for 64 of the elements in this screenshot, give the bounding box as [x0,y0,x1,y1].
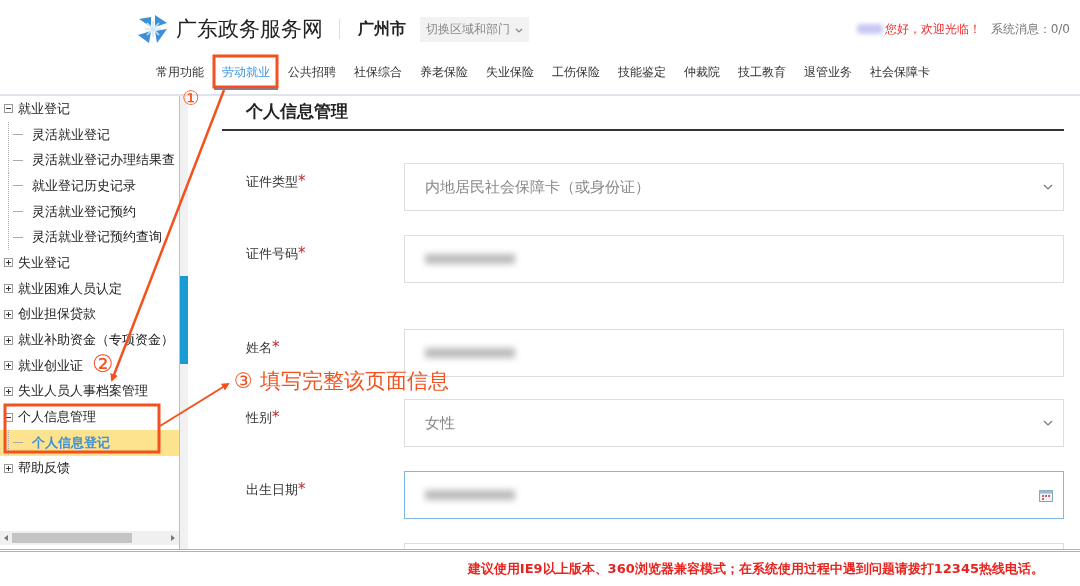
required-asterisk: * [298,480,306,498]
nav-tab[interactable]: 社保综合 [346,58,410,90]
input-field[interactable] [404,235,1064,283]
tree-item[interactable]: 灵活就业登记预约查询 [0,224,179,251]
site-title: 广东政务服务网 [176,16,323,43]
nav-tab[interactable]: 技能鉴定 [610,58,674,90]
tree-item[interactable]: 灵活就业登记办理结果查 [0,147,179,174]
calendar-icon[interactable] [1039,488,1053,502]
field-label: 证件类型 [246,174,298,189]
highlight-frame [212,54,279,89]
city-name: 广州市 [358,18,406,40]
horizontal-scrollbar[interactable] [0,531,179,545]
chevron-down-icon [1043,420,1053,426]
page-title: 个人信息管理 [222,96,1064,131]
expand-icon[interactable] [4,361,13,371]
field-label: 证件号码 [246,246,298,261]
nav-tab[interactable]: 工伤保险 [544,58,608,90]
blurred-username [856,24,883,34]
tree-item[interactable]: 就业创业证 [18,356,83,375]
nav-tab[interactable]: 退管业务 [796,58,860,90]
expand-icon[interactable] [4,258,13,268]
tree-item[interactable]: 就业登记历史记录 [0,173,179,199]
collapse-icon[interactable] [4,412,13,422]
annotation-text: ① [182,88,200,108]
tree-item[interactable]: 就业登记 [18,99,70,118]
tree-item[interactable]: 失业人员人事档案管理 [18,382,148,401]
required-asterisk: * [298,172,306,190]
field-label: 姓名 [246,340,272,355]
date-field[interactable] [404,471,1064,519]
browser-notice: 建议使用IE9以上版本、360浏览器兼容模式；在系统使用过程中遇到问题请拨打12345热线电话。 [467,560,1044,578]
expand-icon[interactable] [4,309,13,319]
select-field[interactable]: 内地居民社会保障卡（或身份证） [404,163,1064,211]
required-asterisk: * [298,244,306,262]
tree-item[interactable]: 灵活就业登记 [0,121,179,148]
expand-icon[interactable] [4,386,13,396]
tree-item[interactable]: 个人信息管理 [18,408,96,427]
nav-tab[interactable]: 养老保险 [412,58,476,90]
nav-tab[interactable]: 技工教育 [730,58,794,90]
nav-tab[interactable]: 常用功能 [148,58,212,90]
collapse-sidebar-handle[interactable] [180,276,188,364]
field-label: 出生日期 [246,482,298,497]
field-label: 性别 [246,410,272,425]
annotation-text: ③ 填写完整该页面信息 [234,368,449,395]
tree-item[interactable]: 失业登记 [18,253,70,272]
nav-tab[interactable]: 失业保险 [478,58,542,90]
required-asterisk: * [272,408,280,426]
system-messages[interactable]: 系统消息：0/0 [990,20,1070,38]
chevron-down-icon [1043,184,1053,190]
pinwheel-logo-icon [136,13,170,45]
select-field[interactable]: 女性 [404,399,1064,447]
nav-tab[interactable]: 仲裁院 [676,58,728,90]
greeting-text: 您好，欢迎光临！ [884,20,981,38]
expand-icon[interactable] [4,284,13,294]
collapse-icon[interactable] [4,104,13,114]
nav-tab[interactable]: 社会保障卡 [862,58,938,90]
tree-item[interactable]: 灵活就业登记预约 [0,198,179,225]
required-asterisk: * [272,338,280,356]
nav-tab[interactable]: 公共招聘 [280,58,344,90]
expand-icon[interactable] [4,335,13,345]
annotation-text: ② [92,350,114,378]
tree-item[interactable]: 帮助反馈 [18,459,70,478]
tree-item[interactable]: 就业困难人员认定 [18,279,122,298]
expand-icon[interactable] [4,463,13,473]
tree-item[interactable]: 创业担保贷款 [18,305,96,324]
